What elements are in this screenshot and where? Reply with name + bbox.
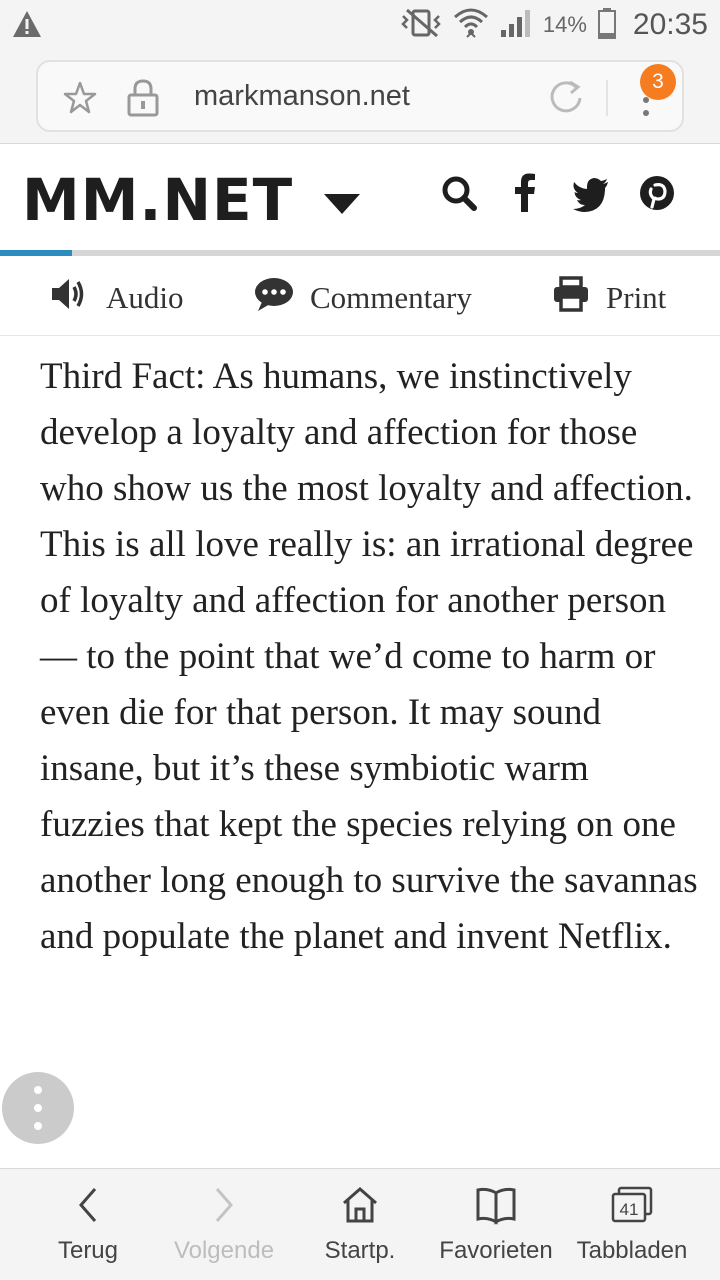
print-label: Print: [606, 280, 667, 315]
back-button[interactable]: Terug: [16, 1169, 160, 1280]
article-paragraph: Third Fact: As humans, we instinctively …: [40, 356, 698, 957]
caret-down-icon[interactable]: [322, 192, 362, 221]
battery-icon: [597, 7, 617, 44]
reload-icon[interactable]: [546, 78, 586, 123]
audio-label: Audio: [106, 280, 184, 315]
chevron-right-icon: [209, 1185, 239, 1230]
book-open-icon: [474, 1185, 518, 1230]
notification-badge: 3: [640, 64, 676, 100]
commentary-button[interactable]: Commentary: [254, 276, 472, 320]
url-text[interactable]: markmanson.net: [194, 80, 410, 113]
clock: 20:35: [632, 8, 708, 41]
bookmark-star-icon[interactable]: [62, 80, 98, 121]
site-header: MM.NET: [0, 144, 720, 250]
audio-button[interactable]: Audio: [50, 276, 184, 320]
pinterest-icon[interactable]: [638, 172, 676, 214]
site-logo[interactable]: MM.NET: [22, 166, 293, 234]
printer-icon: [552, 276, 590, 320]
browser-bottom-nav: Terug Volgende Startp. Favorieten 41 Tab…: [0, 1168, 720, 1280]
bookmarks-button[interactable]: Favorieten: [424, 1169, 568, 1280]
warning-icon: [12, 10, 42, 43]
article-tools: Audio Commentary Print: [0, 256, 720, 336]
bookmarks-label: Favorieten: [439, 1237, 553, 1264]
tabs-icon: 41: [609, 1185, 655, 1230]
speaker-icon: [50, 276, 90, 320]
forward-label: Volgende: [173, 1237, 275, 1264]
home-label: Startp.: [324, 1237, 396, 1264]
signal-icon: [499, 8, 533, 43]
back-label: Terug: [57, 1237, 119, 1264]
comment-icon: [254, 276, 294, 320]
lock-icon[interactable]: [126, 78, 160, 123]
facebook-icon[interactable]: [506, 172, 544, 214]
print-button[interactable]: Print: [552, 276, 666, 320]
search-icon[interactable]: [440, 172, 478, 214]
tabs-count: 41: [620, 1200, 639, 1219]
home-button[interactable]: Startp.: [288, 1169, 432, 1280]
twitter-icon[interactable]: [572, 172, 610, 214]
vibrate-mute-icon: [399, 8, 443, 43]
commentary-label: Commentary: [310, 280, 472, 315]
home-icon: [340, 1185, 380, 1230]
status-bar: 14% 20:35: [0, 0, 720, 50]
forward-button[interactable]: Volgende: [152, 1169, 296, 1280]
floating-menu-button[interactable]: [2, 1072, 74, 1144]
browser-toolbar: markmanson.net 3: [0, 50, 720, 144]
chevron-left-icon: [73, 1185, 103, 1230]
tabs-label: Tabbladen: [576, 1237, 688, 1264]
tabs-button[interactable]: 41 Tabbladen: [560, 1169, 704, 1280]
divider: [606, 80, 608, 116]
battery-percentage: 14%: [542, 12, 587, 37]
address-bar[interactable]: markmanson.net 3: [36, 60, 684, 132]
wifi-icon: [453, 7, 489, 44]
